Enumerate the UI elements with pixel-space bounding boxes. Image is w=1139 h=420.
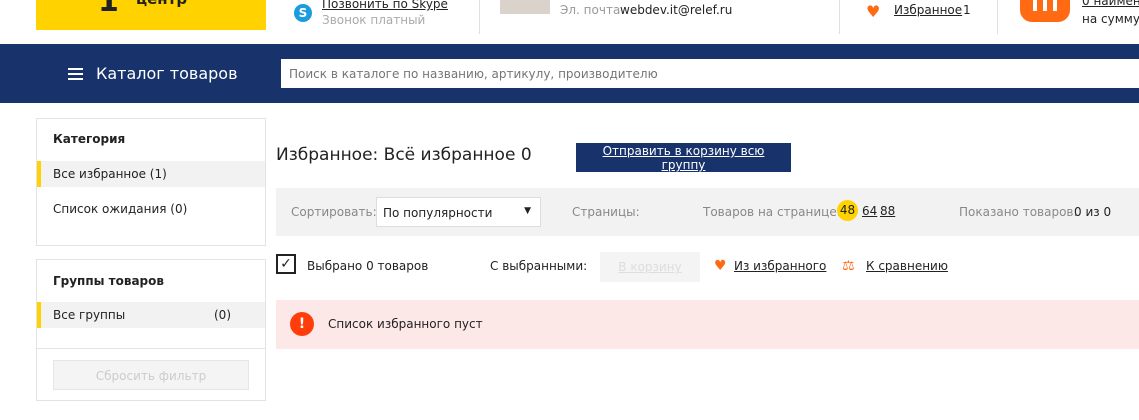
favorites-count: 1 xyxy=(963,3,971,17)
selected-count-text: Выбрано 0 товаров xyxy=(307,259,429,273)
favorites-link[interactable]: Избранное xyxy=(894,3,962,17)
sidebar-item-label: Все избранное (1) xyxy=(53,167,167,181)
main-navbar: Каталог товаров xyxy=(0,44,1139,103)
alert-text: Список избранного пуст xyxy=(328,317,483,331)
select-all-checkbox[interactable]: ✓ xyxy=(276,254,296,274)
heart-icon: ♥ xyxy=(866,2,881,21)
sidebar-item-label: Все группы xyxy=(53,308,126,322)
chevron-down-icon: ▼ xyxy=(524,206,531,216)
skype-call-link[interactable]: Позвонить по Skype xyxy=(322,0,448,11)
per-page-option[interactable]: 88 xyxy=(880,204,895,218)
cart-summary-link[interactable]: 0 наимен xyxy=(1082,0,1139,8)
divider xyxy=(997,0,998,34)
per-page-label: Товаров на странице: xyxy=(703,205,841,219)
top-header: 1 центр S Позвонить по Skype Звонок плат… xyxy=(0,0,1139,44)
sidebar-item-label: Список ожидания (0) xyxy=(53,202,188,216)
cart-icon[interactable] xyxy=(1020,0,1070,22)
exclamation-icon: ! xyxy=(290,312,314,336)
sort-value: По популярности xyxy=(383,206,493,220)
shown-label: Показано товаров: xyxy=(959,205,1078,219)
catalog-menu-button[interactable]: Каталог товаров xyxy=(96,64,238,83)
remove-from-favorites-link[interactable]: Из избранного xyxy=(734,259,826,273)
logo[interactable]: 1 центр xyxy=(36,0,266,30)
per-page-option[interactable]: 64 xyxy=(862,204,877,218)
category-title: Категория xyxy=(53,132,126,146)
shown-value: 0 из 0 xyxy=(1074,205,1112,219)
add-to-compare-link[interactable]: К сравнению xyxy=(866,259,948,273)
cart-summary-sum: на сумму xyxy=(1082,12,1139,26)
sort-label: Сортировать: xyxy=(291,205,377,219)
groups-title: Группы товаров xyxy=(53,274,164,288)
sort-select[interactable]: По популярности ▼ xyxy=(376,197,541,227)
divider xyxy=(37,348,265,349)
logo-text: центр xyxy=(136,0,187,8)
skype-icon: S xyxy=(294,4,312,22)
divider xyxy=(479,0,480,34)
reset-filter-button[interactable]: Сбросить фильтр xyxy=(53,360,249,390)
sidebar-item-all-favorites[interactable]: Все избранное (1) xyxy=(37,161,265,187)
pages-label: Страницы: xyxy=(572,205,640,219)
sidebar-item-count: (0) xyxy=(214,308,231,322)
sort-bar: Сортировать: По популярности ▼ Страницы:… xyxy=(276,188,1139,236)
send-group-to-cart-button[interactable]: Отправить в корзину всю группу xyxy=(576,143,791,172)
skype-subtext: Звонок платный xyxy=(322,13,426,27)
page-title: Избранное: Всё избранное 0 xyxy=(276,145,532,165)
divider xyxy=(839,0,840,34)
to-cart-button[interactable]: В корзину xyxy=(600,252,700,282)
sidebar-item-all-groups[interactable]: Все группы (0) xyxy=(37,302,265,328)
avatar xyxy=(500,0,550,14)
with-selected-label: С выбранными: xyxy=(490,259,588,273)
category-panel: Категория Все избранное (1) Список ожида… xyxy=(36,118,266,246)
groups-panel: Группы товаров Все группы (0) Сбросить ф… xyxy=(36,259,266,401)
menu-icon[interactable] xyxy=(68,68,83,80)
search-input[interactable] xyxy=(281,59,1139,88)
heart-icon: ♥ xyxy=(714,258,727,274)
scales-icon: ⚖ xyxy=(842,258,855,274)
email-value: webdev.it@relef.ru xyxy=(620,3,733,17)
sidebar-item-waitlist[interactable]: Список ожидания (0) xyxy=(37,196,265,222)
email-label: Эл. почта xyxy=(560,3,621,17)
empty-favorites-alert: ! Список избранного пуст xyxy=(276,300,1139,349)
logo-number: 1 xyxy=(98,0,119,19)
per-page-option-selected[interactable]: 48 xyxy=(837,200,858,221)
